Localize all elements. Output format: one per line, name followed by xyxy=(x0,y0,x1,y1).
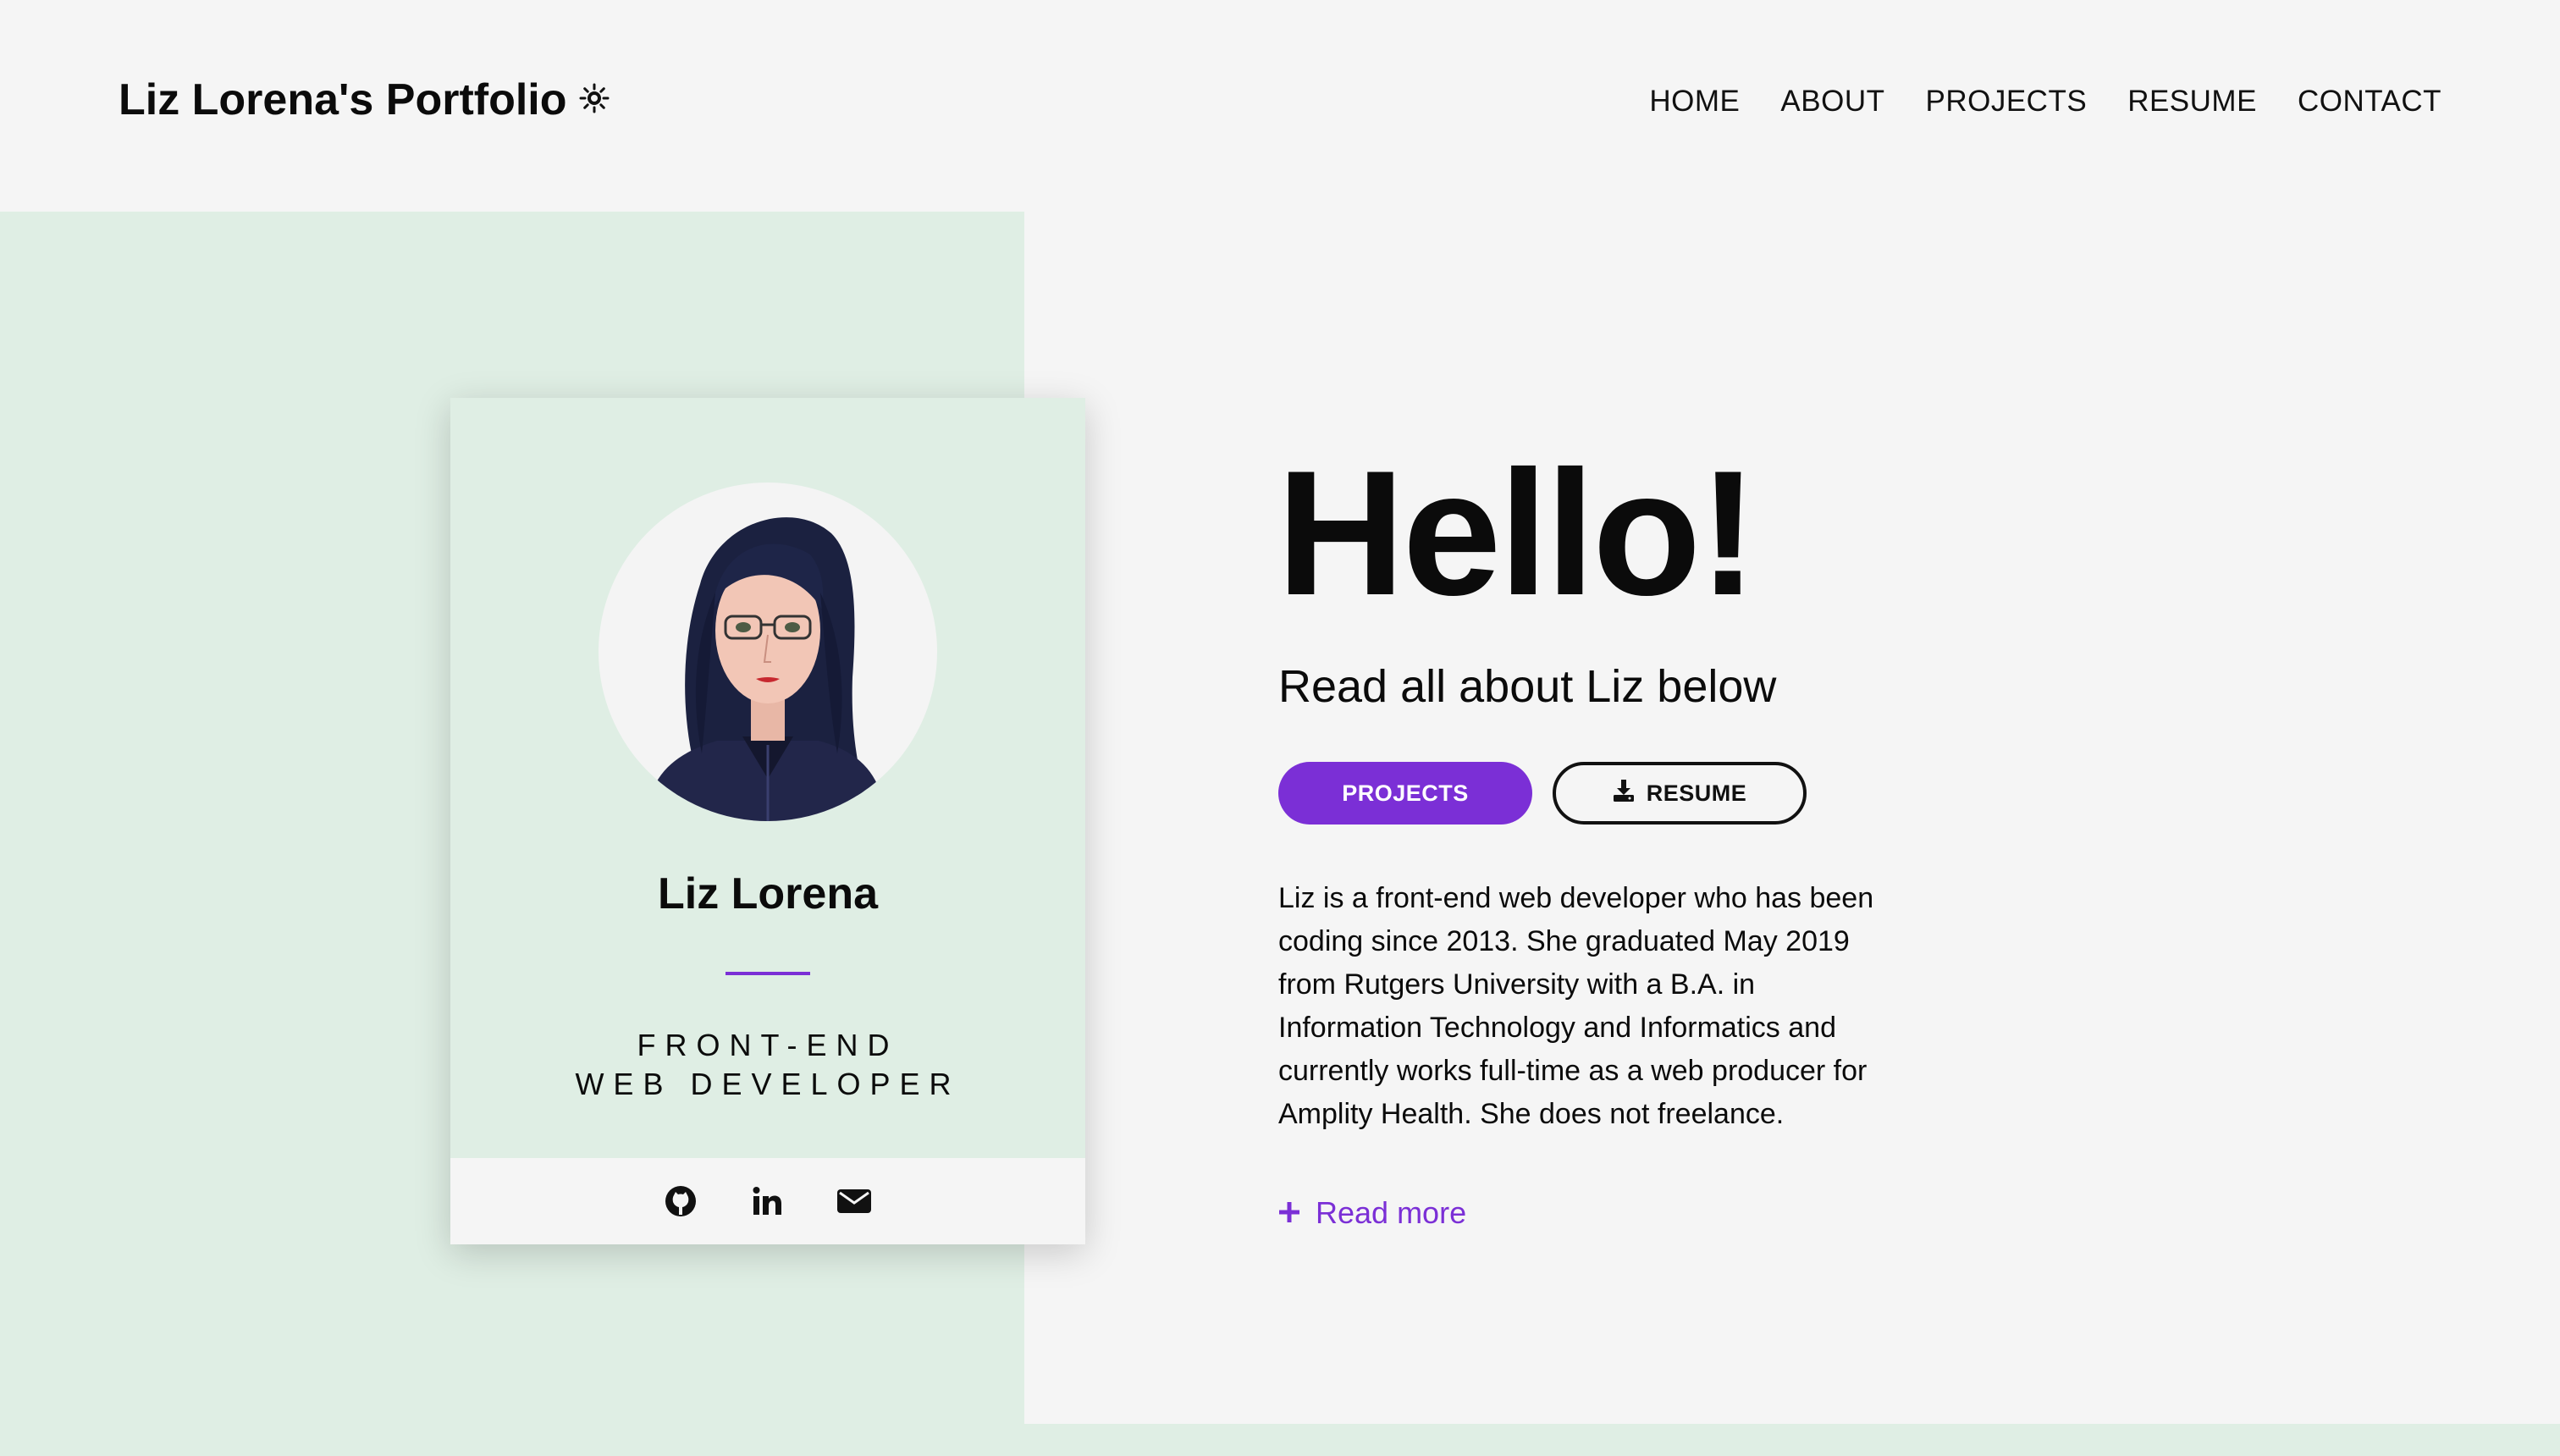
github-icon[interactable] xyxy=(664,1184,698,1218)
nav-home[interactable]: HOME xyxy=(1649,85,1740,119)
nav-projects[interactable]: PROJECTS xyxy=(1925,85,2087,119)
profile-name: Liz Lorena xyxy=(657,869,879,918)
resume-button[interactable]: RESUME xyxy=(1553,762,1807,825)
brand-title: Liz Lorena's Portfolio xyxy=(119,75,567,124)
resume-button-label: RESUME xyxy=(1646,780,1747,806)
site-brand[interactable]: Liz Lorena's Portfolio xyxy=(119,74,610,125)
plus-icon xyxy=(1278,1195,1300,1231)
role-line-1: FRONT-END xyxy=(637,1028,899,1062)
linkedin-icon[interactable] xyxy=(750,1184,784,1218)
sun-icon[interactable] xyxy=(579,74,610,124)
site-header: Liz Lorena's Portfolio HOME ABOUT PROJEC… xyxy=(0,0,2560,212)
projects-button-label: PROJECTS xyxy=(1342,780,1469,806)
avatar xyxy=(599,483,937,821)
profile-card: Liz Lorena FRONT-END WEB DEVELOPER xyxy=(450,398,1085,1244)
name-divider xyxy=(726,972,810,975)
main-nav: HOME ABOUT PROJECTS RESUME CONTACT xyxy=(1649,85,2441,119)
nav-contact[interactable]: CONTACT xyxy=(2298,85,2441,119)
social-links xyxy=(450,1158,1085,1244)
mint-strip xyxy=(1024,1424,2560,1456)
read-more-link[interactable]: Read more xyxy=(1278,1195,1466,1231)
nav-about[interactable]: ABOUT xyxy=(1780,85,1884,119)
hero-title: Hello! xyxy=(1277,433,1757,632)
role-line-2: WEB DEVELOPER xyxy=(575,1067,961,1101)
hero-subtitle: Read all about Liz below xyxy=(1278,661,1777,712)
nav-resume[interactable]: RESUME xyxy=(2127,85,2257,119)
download-icon xyxy=(1613,779,1635,808)
bio-text: Liz is a front-end web developer who has… xyxy=(1278,882,1874,1130)
profile-role: FRONT-END WEB DEVELOPER xyxy=(450,1026,1085,1104)
email-icon[interactable] xyxy=(836,1187,872,1216)
projects-button[interactable]: PROJECTS xyxy=(1278,762,1532,825)
read-more-label: Read more xyxy=(1316,1195,1467,1230)
